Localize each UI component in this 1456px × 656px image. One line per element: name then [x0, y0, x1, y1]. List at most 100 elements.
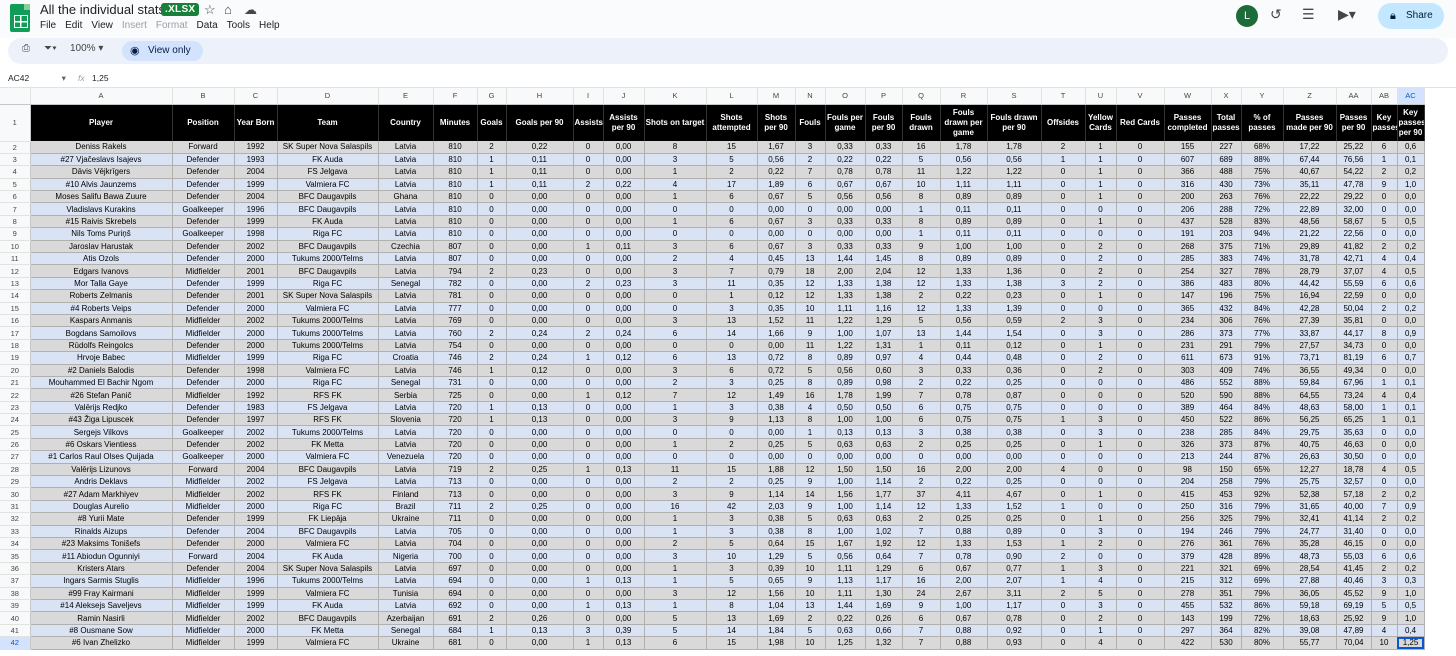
cell[interactable]: 0,00 — [506, 215, 574, 229]
cell[interactable]: 1 — [573, 636, 604, 650]
cell[interactable]: 0 — [706, 227, 758, 241]
cell[interactable]: 0,44 — [940, 351, 988, 365]
cell[interactable]: 0,89 — [987, 252, 1042, 266]
cell[interactable]: 231 — [1164, 339, 1212, 353]
cell[interactable]: 33,87 — [1283, 326, 1337, 340]
cell[interactable]: 0 — [477, 240, 507, 254]
cell[interactable]: 0,78 — [940, 388, 988, 402]
cell[interactable]: 46,63 — [1336, 438, 1372, 452]
cell[interactable]: 2 — [477, 351, 507, 365]
cell[interactable]: 0,13 — [506, 624, 574, 638]
cell[interactable]: 0,56 — [825, 364, 866, 377]
cell[interactable]: 0 — [1116, 264, 1165, 278]
cell[interactable]: 1 — [1041, 537, 1086, 551]
cell[interactable]: 1999 — [234, 351, 278, 365]
cell[interactable]: 2 — [1085, 240, 1117, 254]
cell[interactable]: 0,00 — [603, 611, 645, 625]
cell[interactable]: 0 — [644, 339, 707, 353]
cell[interactable]: 4 — [1085, 574, 1117, 588]
cell[interactable]: 18 — [795, 264, 826, 278]
cell[interactable]: 4 — [1371, 388, 1398, 402]
cell[interactable]: Jaroslav Harustak — [30, 240, 173, 254]
cell[interactable]: 1983 — [234, 401, 278, 415]
cell[interactable]: 0,89 — [940, 252, 988, 266]
cell[interactable]: 1,77 — [865, 487, 903, 501]
cell[interactable]: 1 — [573, 599, 604, 613]
cell[interactable]: Defender — [172, 302, 235, 315]
cell[interactable]: 2 — [1371, 487, 1398, 501]
cell[interactable]: 98 — [1164, 463, 1212, 477]
cell[interactable]: 1996 — [234, 574, 278, 588]
cell[interactable]: 0,33 — [825, 240, 866, 254]
cell[interactable]: 0 — [1085, 202, 1117, 216]
cell[interactable]: 76% — [1241, 537, 1284, 551]
cell[interactable]: 1,00 — [940, 599, 988, 613]
cell[interactable]: 288 — [1211, 202, 1242, 216]
cell[interactable]: 316 — [1164, 178, 1212, 192]
cell[interactable]: 25,22 — [1336, 141, 1372, 154]
cell[interactable]: 6 — [706, 190, 758, 204]
cell[interactable]: 1999 — [234, 587, 278, 600]
history-icon[interactable]: ↺ — [1270, 6, 1282, 23]
menu-insert[interactable]: Insert — [122, 20, 147, 31]
cell[interactable]: 3 — [644, 364, 707, 377]
cell[interactable]: 0,88 — [940, 525, 988, 539]
cell[interactable]: 0,00 — [603, 549, 645, 563]
cell[interactable]: 16 — [795, 388, 826, 402]
cell[interactable]: 488 — [1211, 165, 1242, 179]
cell[interactable]: 204 — [1164, 475, 1212, 489]
cell[interactable]: 0 — [1085, 549, 1117, 563]
cell[interactable]: 5 — [1371, 599, 1398, 613]
cell[interactable]: 0 — [1116, 463, 1165, 477]
cell[interactable]: 0,11 — [940, 227, 988, 241]
cell[interactable]: 0 — [1041, 165, 1086, 179]
cell[interactable]: Latvia — [378, 339, 434, 353]
cell[interactable]: 746 — [433, 364, 478, 377]
cell[interactable]: 0,13 — [506, 413, 574, 427]
cell[interactable]: 1,52 — [987, 500, 1042, 514]
cell[interactable]: 1,14 — [865, 500, 903, 514]
cell[interactable]: 2,00 — [940, 463, 988, 477]
cell[interactable]: 147 — [1164, 289, 1212, 303]
cell[interactable]: 1 — [477, 364, 507, 377]
cell[interactable]: 0,00 — [506, 438, 574, 452]
cell[interactable]: 0,00 — [506, 314, 574, 328]
cell[interactable]: 0,0 — [1397, 475, 1425, 489]
column-header-s[interactable]: S — [987, 88, 1042, 105]
cell[interactable]: 75% — [1241, 289, 1284, 303]
column-header-o[interactable]: O — [825, 88, 866, 105]
cell[interactable]: 2002 — [234, 314, 278, 328]
cell[interactable]: 35,11 — [1283, 178, 1337, 192]
menu-edit[interactable]: Edit — [65, 20, 82, 31]
cell[interactable]: 7 — [1371, 500, 1398, 514]
cell[interactable]: 1999 — [234, 215, 278, 229]
cell[interactable]: 0,0 — [1397, 364, 1425, 377]
cell[interactable]: 14 — [795, 487, 826, 501]
cell[interactable]: 1 — [1041, 574, 1086, 588]
cell[interactable]: 0 — [1371, 450, 1398, 464]
cell[interactable]: 0,56 — [757, 153, 796, 167]
cell[interactable]: 1,44 — [825, 599, 866, 613]
cell[interactable]: 2 — [706, 475, 758, 489]
cell[interactable]: 268 — [1164, 240, 1212, 254]
cell[interactable]: 386 — [1164, 277, 1212, 291]
cell[interactable]: Defender — [172, 240, 235, 254]
cell[interactable]: 746 — [433, 351, 478, 365]
document-title[interactable]: All the individual stats — [40, 2, 165, 17]
cell[interactable]: 27,39 — [1283, 314, 1337, 328]
cell[interactable]: 91% — [1241, 351, 1284, 365]
cell[interactable]: 0 — [1371, 525, 1398, 539]
cell[interactable]: 0 — [1116, 587, 1165, 600]
cell[interactable]: 86% — [1241, 599, 1284, 613]
cell[interactable]: 0 — [477, 190, 507, 204]
row-header[interactable]: 14 — [0, 289, 31, 303]
cell[interactable]: 0,6 — [1397, 549, 1425, 563]
row-header[interactable]: 21 — [0, 376, 31, 390]
cell[interactable]: 0,67 — [825, 178, 866, 192]
cell[interactable]: 7 — [795, 165, 826, 179]
cell[interactable]: 0,56 — [825, 549, 866, 563]
column-header-i[interactable]: I — [573, 88, 604, 105]
cell[interactable]: Dāvis Vējkrīgers — [30, 165, 173, 179]
cell[interactable]: 1,30 — [865, 587, 903, 600]
cell[interactable]: 2001 — [234, 289, 278, 303]
